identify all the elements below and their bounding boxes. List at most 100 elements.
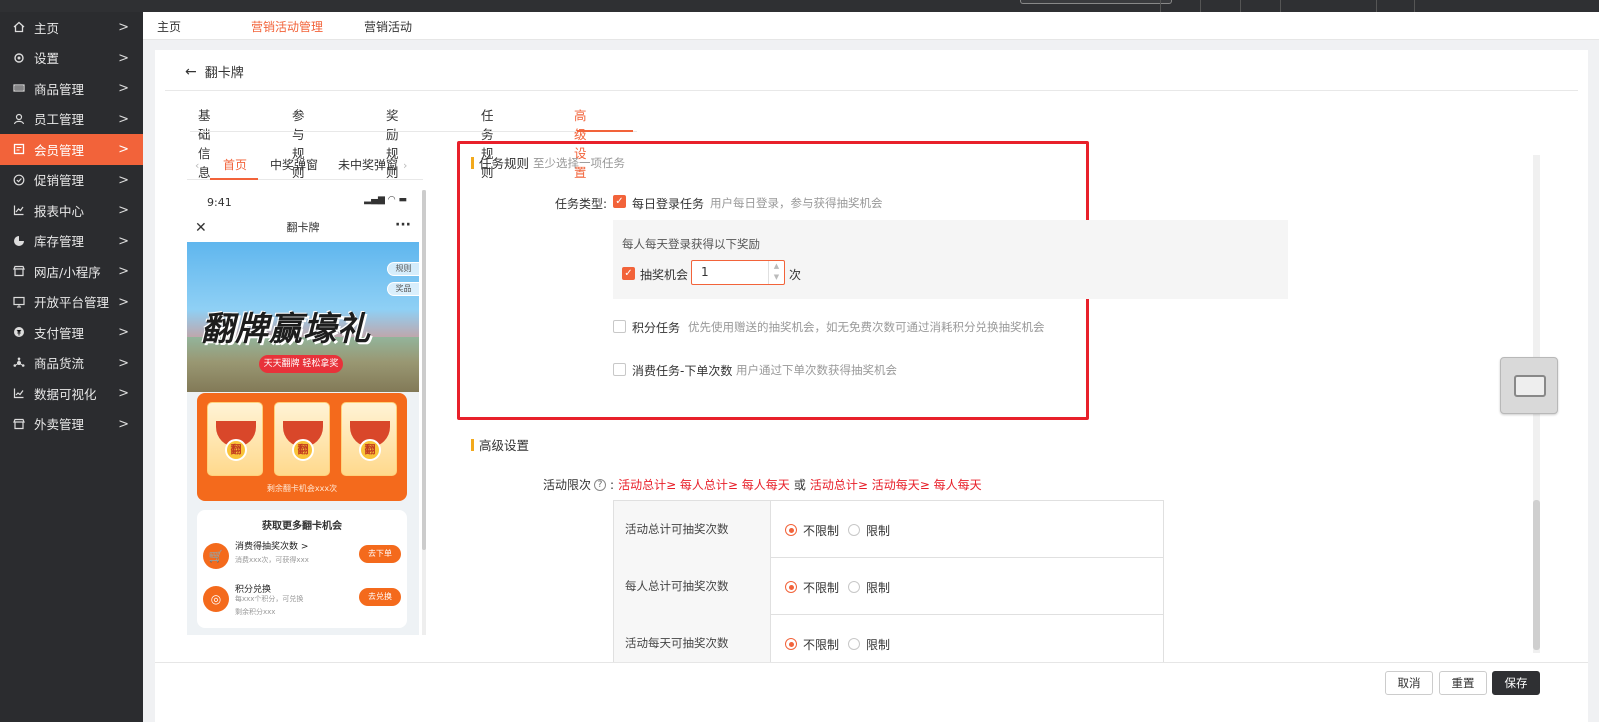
chevron-right-icon: > [118, 325, 129, 340]
back-button[interactable]: ← 翻卡牌 [185, 62, 244, 82]
task-title: 消费得抽奖次数 > [235, 542, 309, 552]
unlimited-label: 不限制 [803, 581, 840, 595]
sidebar-item-label: 商品货流 [34, 356, 85, 372]
prizes-button: 奖品 [387, 282, 419, 296]
task-consume: 🛒 消费得抽奖次数 > 消费xxx次，可获得xxx 去下单 [203, 537, 401, 577]
sidebar-item-staff[interactable]: 员工管理 > [0, 104, 143, 135]
sidebar-item-reports[interactable]: 报表中心 > [0, 195, 143, 226]
go-order-button: 去下单 [359, 545, 401, 563]
limited-label: 限制 [866, 581, 891, 595]
flip-card: 翻 [341, 402, 397, 476]
lottery-chance-input[interactable]: 1 ▲ ▼ [691, 260, 785, 285]
sidebar-item-data-viz[interactable]: 数据可视化 > [0, 378, 143, 409]
footer-bar: 取消 重置 保存 [155, 662, 1588, 722]
task-points: ◎ 积分兑换 每xxx个积分，可兑换 剩余积分xxx 去兑换 [203, 580, 401, 620]
sidebar-item-takeout[interactable]: 外卖管理 > [0, 409, 143, 440]
sidebar-item-goods-flow[interactable]: 商品货流 > [0, 348, 143, 379]
sidebar-item-label: 会员管理 [34, 142, 85, 158]
tab-basic-info[interactable]: 基础信息 [198, 105, 211, 180]
top-divider [1240, 0, 1241, 12]
task-desc: 消费xxx次，可获得xxx [235, 556, 309, 564]
preview-tab-lose-popup[interactable]: 未中奖弹窗 [338, 156, 398, 173]
limit-rule-a: 活动总计≥ 每人总计≥ 每人每天 [618, 478, 790, 492]
chevron-right-icon: > [118, 264, 129, 279]
consume-task-checkbox[interactable] [613, 363, 626, 376]
points-task-hint: 优先使用赠送的抽奖机会，如无免费次数可通过消耗积分兑换抽奖机会 [688, 320, 1045, 334]
save-button[interactable]: 保存 [1492, 671, 1540, 695]
sidebar-item-store[interactable]: 网店/小程序 > [0, 256, 143, 287]
limited-radio[interactable] [848, 638, 860, 650]
unlimited-radio[interactable] [785, 638, 797, 650]
breadcrumb-marketing-mgmt[interactable]: 营销活动管理 [251, 18, 323, 35]
monitor-icon [12, 295, 26, 309]
sidebar-item-label: 数据可视化 [34, 386, 97, 402]
phone-banner: 规则 奖品 翻牌赢壕礼 天天翻牌 轻松拿奖 [187, 242, 419, 392]
lottery-chance-checkbox[interactable]: ✓ [622, 267, 635, 280]
unlimited-radio[interactable] [785, 524, 797, 536]
limited-radio[interactable] [848, 524, 860, 536]
takeout-icon [12, 417, 26, 431]
breadcrumb-marketing-activity[interactable]: 营销活动 [364, 18, 412, 35]
sidebar-item-promotions[interactable]: 促销管理 > [0, 165, 143, 196]
flip-cards-panel: 翻 翻 翻 剩余翻卡机会xxx次 [197, 393, 407, 501]
active-tab-indicator [577, 130, 633, 132]
chevron-right-icon: > [118, 203, 129, 218]
more-chances-title: 获取更多翻卡机会 [262, 521, 342, 532]
limit-or: 或 [793, 478, 806, 492]
sidebar-item-home[interactable]: 主页 > [0, 12, 143, 43]
tab-task-rules[interactable]: 任务规则 [481, 105, 494, 180]
chevron-right-icon: > [118, 172, 129, 188]
limited-radio[interactable] [848, 581, 860, 593]
preview-tab-home[interactable]: 首页 [223, 156, 247, 173]
unlimited-radio[interactable] [785, 581, 797, 593]
more-chances-panel: 获取更多翻卡机会 🛒 消费得抽奖次数 > 消费xxx次，可获得xxx 去下单 ◎… [197, 510, 407, 628]
signal-battery-icon: ▂▄▆ ◠ ▬ [364, 195, 407, 205]
tab-participation-rules[interactable]: 参与规则 [292, 105, 305, 180]
preview-tab-win-popup[interactable]: 中奖弹窗 [270, 156, 318, 173]
preview-scrollbar[interactable] [422, 190, 426, 635]
chevron-left-icon[interactable]: ‹ [195, 159, 199, 172]
activity-limit-label: 活动限次 [543, 478, 592, 492]
page-title: 翻卡牌 [204, 66, 244, 81]
chevron-right-icon: > [118, 233, 129, 249]
chevron-right-icon: > [118, 50, 129, 66]
colon: : [610, 477, 615, 492]
arrow-left-icon: ← [185, 63, 197, 80]
section-title: 任务规则 [479, 156, 530, 171]
gear-icon [12, 51, 26, 65]
help-icon[interactable]: ? [594, 478, 607, 491]
sidebar-item-products[interactable]: 商品管理 > [0, 73, 143, 104]
tab-reward-rules[interactable]: 奖励规则 [386, 105, 399, 180]
sidebar-item-label: 外卖管理 [34, 417, 85, 433]
chevron-right-icon: > [118, 20, 129, 35]
sidebar-item-members[interactable]: 会员管理 > [0, 134, 143, 165]
reset-button[interactable]: 重置 [1439, 671, 1487, 695]
floating-keyboard-button[interactable] [1500, 357, 1558, 414]
row-name: 每人总计可抽奖次数 [614, 558, 771, 615]
scroll-thumb[interactable] [422, 190, 426, 550]
top-divider [1414, 0, 1415, 12]
sidebar-item-label: 促销管理 [34, 173, 85, 189]
sidebar-item-open-platform[interactable]: 开放平台管理 > [0, 287, 143, 318]
chevron-right-icon[interactable]: › [403, 159, 407, 172]
scroll-thumb[interactable] [1533, 500, 1540, 650]
main-card: ← 翻卡牌 基础信息 参与规则 奖励规则 任务规则 高级设置 ‹ 首页 中奖弹窗… [155, 50, 1588, 722]
sidebar-item-settings[interactable]: 设置 > [0, 43, 143, 74]
flip-card: 翻 [274, 402, 330, 476]
sidebar-item-inventory[interactable]: 库存管理 > [0, 226, 143, 257]
home-icon [12, 20, 26, 34]
stepper-icon[interactable]: ▲ ▼ [768, 261, 784, 284]
target-icon: ◎ [203, 586, 229, 612]
breadcrumb-home[interactable]: 主页 [157, 18, 181, 35]
flip-coin: 翻 [225, 439, 247, 461]
table-row: 活动总计可抽奖次数 不限制 限制 [614, 501, 1163, 558]
sidebar-item-payment[interactable]: 支付管理 > [0, 317, 143, 348]
phone-time: 9:41 [207, 196, 232, 209]
pie-icon [12, 234, 26, 248]
heading-marker [471, 438, 474, 451]
top-search-input[interactable] [1020, 0, 1172, 4]
points-task-checkbox[interactable] [613, 320, 626, 333]
daily-login-checkbox[interactable]: ✓ [613, 195, 626, 208]
tab-advanced-settings[interactable]: 高级设置 [574, 105, 587, 180]
cancel-button[interactable]: 取消 [1385, 671, 1433, 695]
